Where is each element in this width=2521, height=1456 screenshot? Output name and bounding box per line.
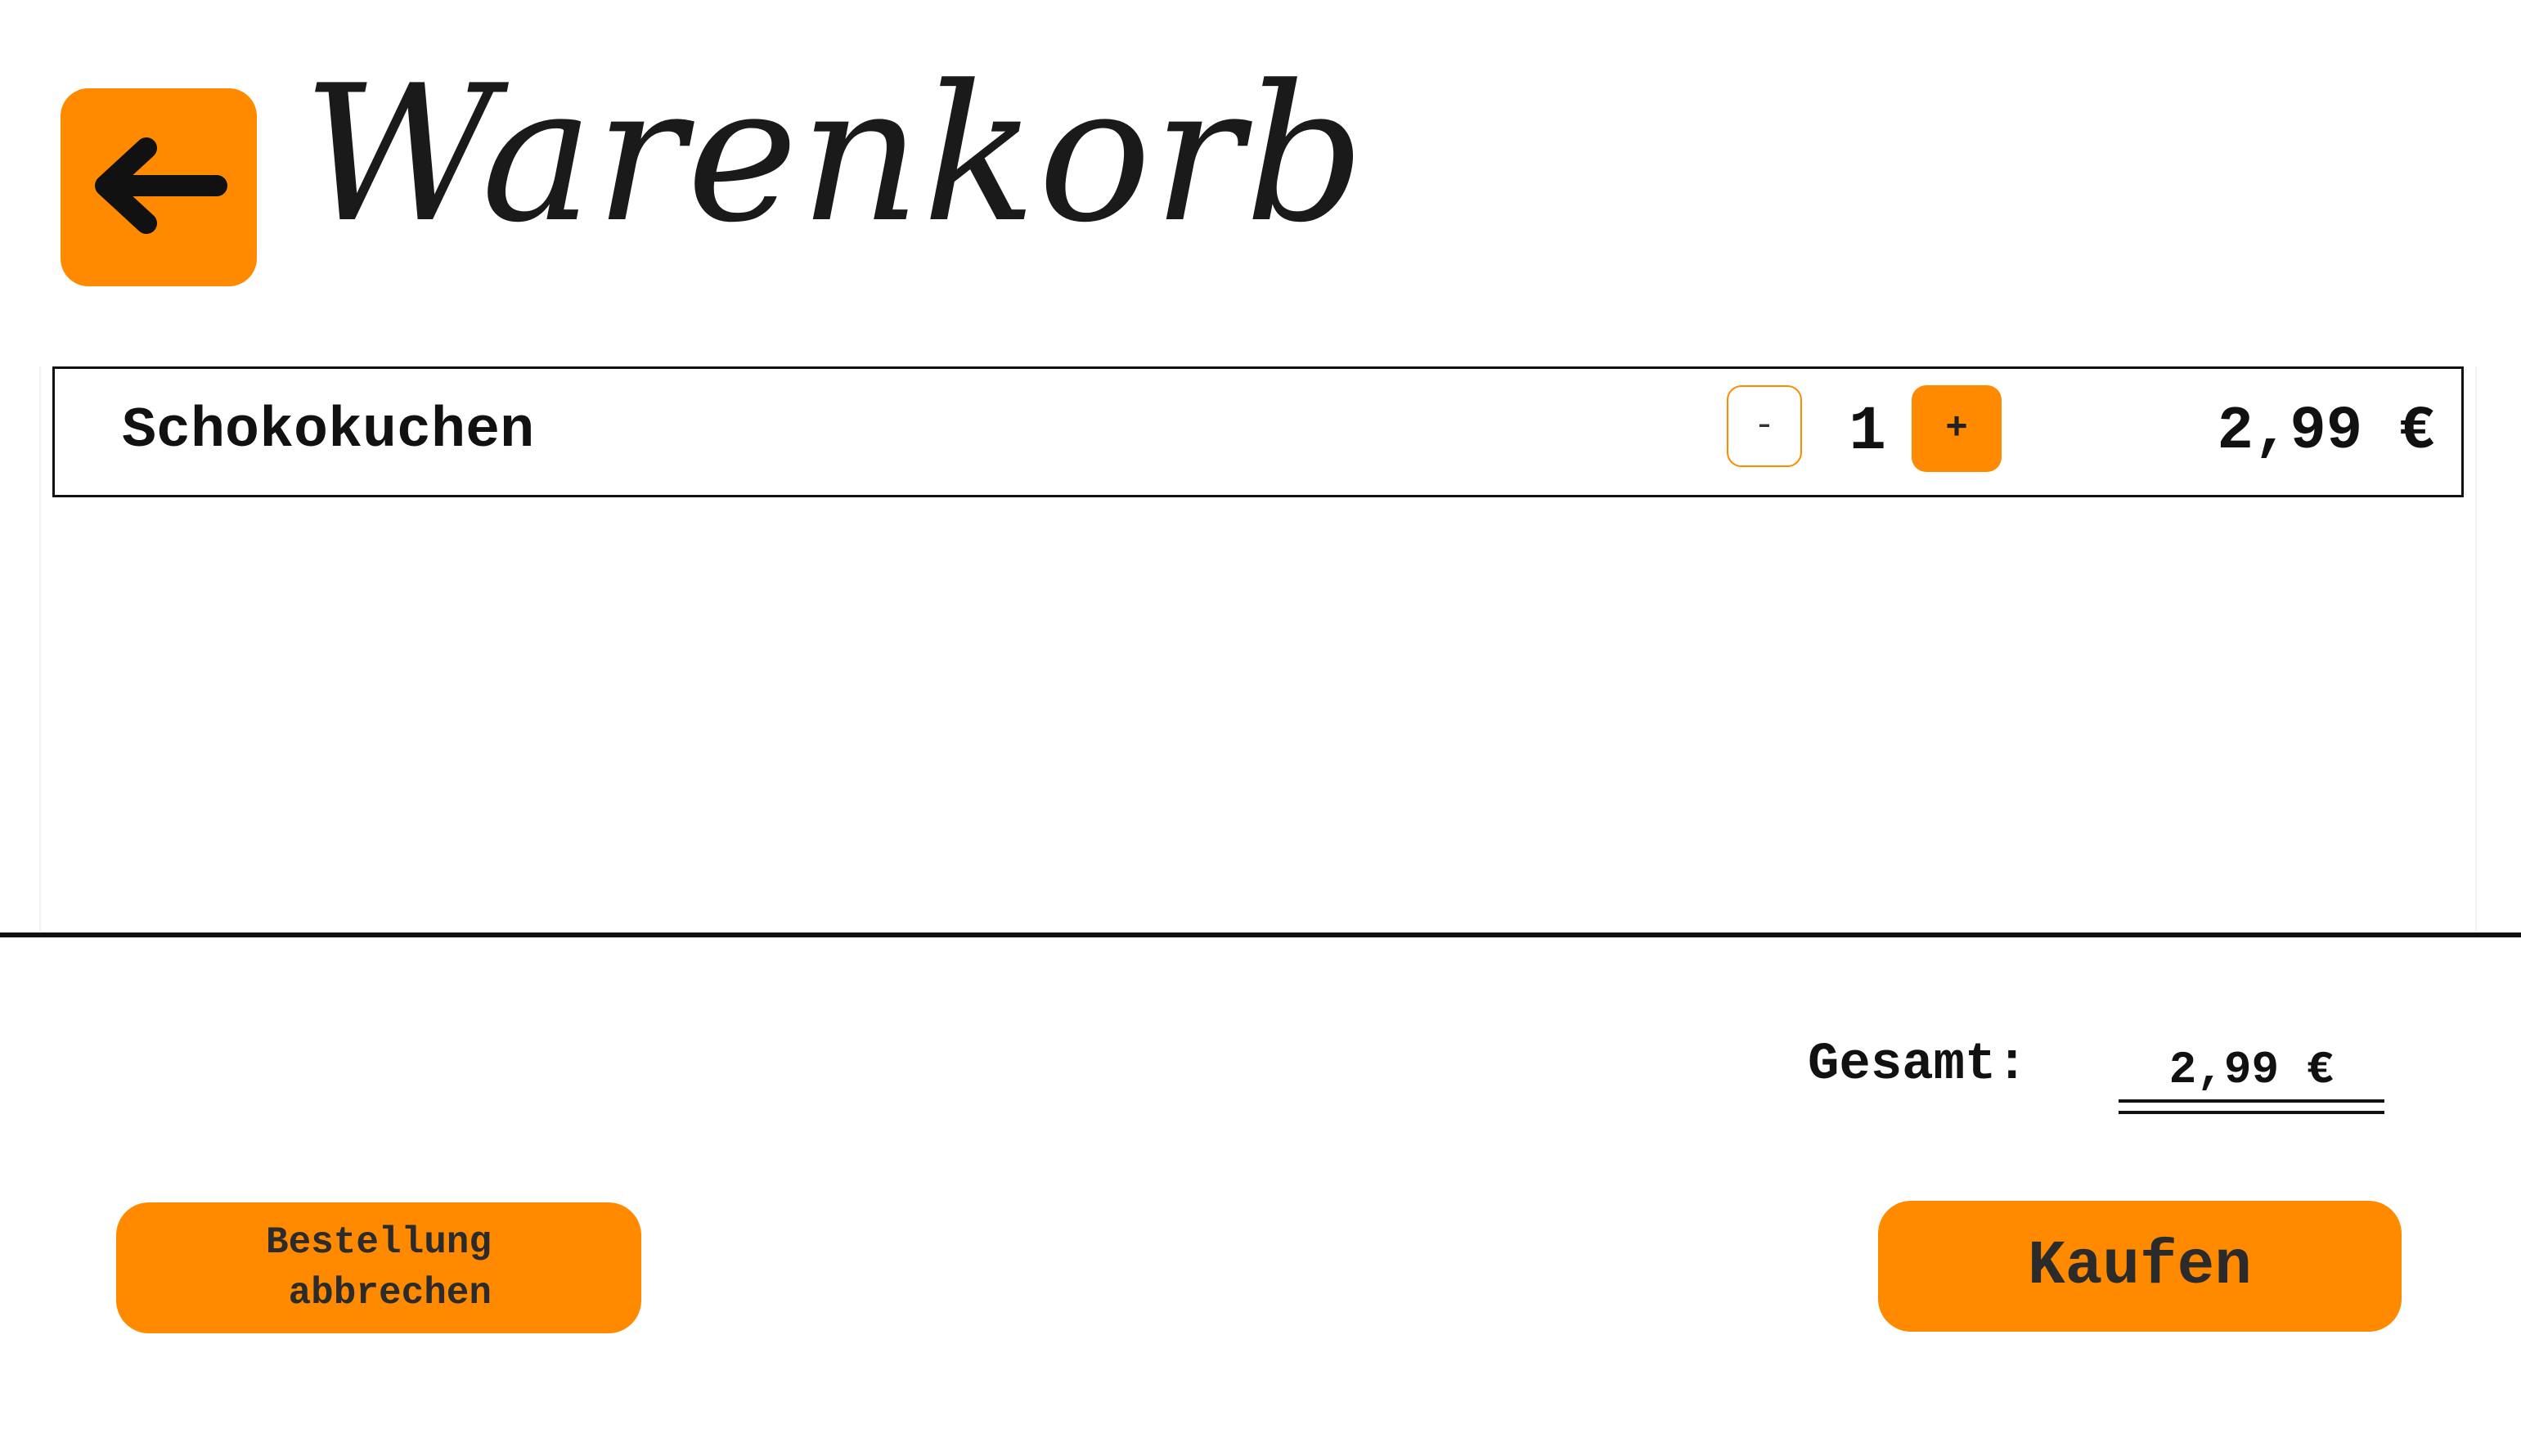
divider — [0, 932, 2521, 937]
cancel-order-label: Bestellung abbrechen — [265, 1221, 492, 1314]
cart-item: Schokokuchen - 1 + 2,99 € — [52, 366, 2464, 497]
buy-button[interactable]: Kaufen — [1878, 1201, 2402, 1332]
quantity-value: 1 — [1849, 397, 1886, 467]
buy-label: Kaufen — [2028, 1231, 2252, 1301]
total-label: Gesamt: — [1808, 1036, 2028, 1094]
arrow-left-icon — [89, 128, 228, 247]
cancel-order-button[interactable]: Bestellung abbrechen — [116, 1202, 641, 1333]
back-button[interactable] — [61, 88, 257, 286]
increase-quantity-button[interactable]: + — [1912, 385, 2002, 472]
decrease-quantity-button[interactable]: - — [1727, 385, 1802, 467]
total-double-underline — [2119, 1111, 2384, 1114]
page-title: Warenkorb — [303, 46, 1367, 264]
item-price: 2,99 € — [2217, 398, 2435, 466]
total-value: 2,99 € — [2119, 1037, 2384, 1103]
item-name: Schokokuchen — [122, 399, 535, 464]
